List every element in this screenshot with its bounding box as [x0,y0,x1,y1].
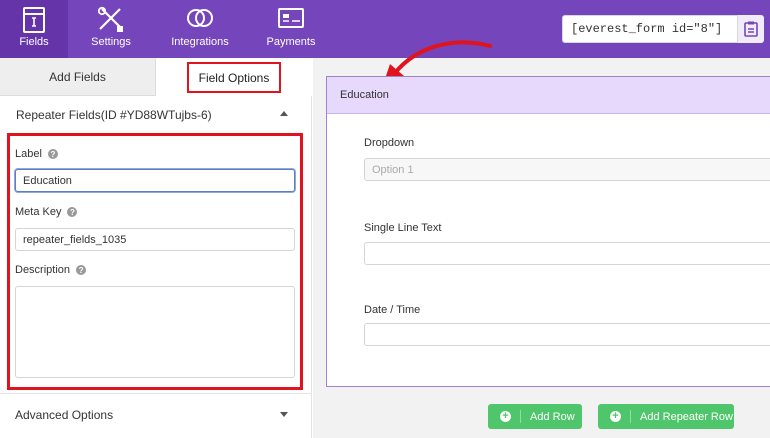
repeater-field-card[interactable]: Education Dropdown Option 1 Single Line … [326,76,770,387]
nav-integrations[interactable]: Integrations [165,0,235,58]
tab-add-fields[interactable]: Add Fields [0,58,156,96]
add-repeater-row-label: Add Repeater Row [640,410,733,423]
repeater-title: Education [340,89,389,101]
date-time-label: Date / Time [364,304,421,316]
help-icon[interactable]: ? [47,149,58,159]
chevron-down-icon [280,412,288,417]
plus-icon: + [500,411,511,422]
nav-settings[interactable]: Settings [79,0,143,58]
date-time-input[interactable] [364,323,770,346]
description-field-label: Description ? [15,264,87,276]
shortcode-field[interactable]: [everest_form id="8"] [562,15,738,43]
left-panel: Add Fields Field Options Repeater Fields… [0,58,312,438]
meta-key-input[interactable] [15,228,295,251]
dropdown-label: Dropdown [364,137,415,149]
tools-icon [97,6,123,32]
nav-fields-label: Fields [19,36,49,48]
advanced-options-label: Advanced Options [15,408,114,422]
add-row-button[interactable]: + Add Row [488,404,582,429]
integrations-icon [187,9,213,27]
tab-field-options[interactable]: Field Options [156,58,312,96]
form-fields-icon [23,7,45,33]
single-line-input[interactable] [364,242,770,265]
advanced-options-toggle[interactable]: Advanced Options [0,393,311,438]
collapse-caret-icon[interactable] [280,111,288,116]
clipboard-icon [744,21,758,37]
single-line-label: Single Line Text [364,222,442,234]
label-field-label: Label ? [15,148,58,160]
dropdown-select[interactable]: Option 1 [364,158,770,181]
plus-icon: + [610,411,621,422]
repeater-header: Education [327,77,770,114]
description-text: Description [15,264,71,276]
meta-key-field-label: Meta Key ? [15,206,78,218]
copy-shortcode-button[interactable] [738,15,764,43]
meta-key-text: Meta Key [15,206,62,218]
nav-payments[interactable]: Payments [262,0,320,58]
section-title: Repeater Fields(ID #YD88WTujbs-6) [16,108,212,122]
nav-integrations-label: Integrations [171,36,229,48]
nav-fields[interactable]: Fields [0,0,68,58]
tab-field-options-label: Field Options [186,61,282,93]
label-input[interactable] [15,169,295,192]
help-icon[interactable]: ? [67,207,78,217]
add-repeater-row-button[interactable]: + Add Repeater Row [598,404,734,429]
payments-icon [278,8,304,28]
help-icon[interactable]: ? [76,265,87,275]
description-textarea[interactable] [15,286,295,378]
nav-payments-label: Payments [266,36,316,48]
label-text: Label [15,148,42,160]
nav-settings-label: Settings [91,36,131,48]
add-row-label: Add Row [530,410,575,423]
